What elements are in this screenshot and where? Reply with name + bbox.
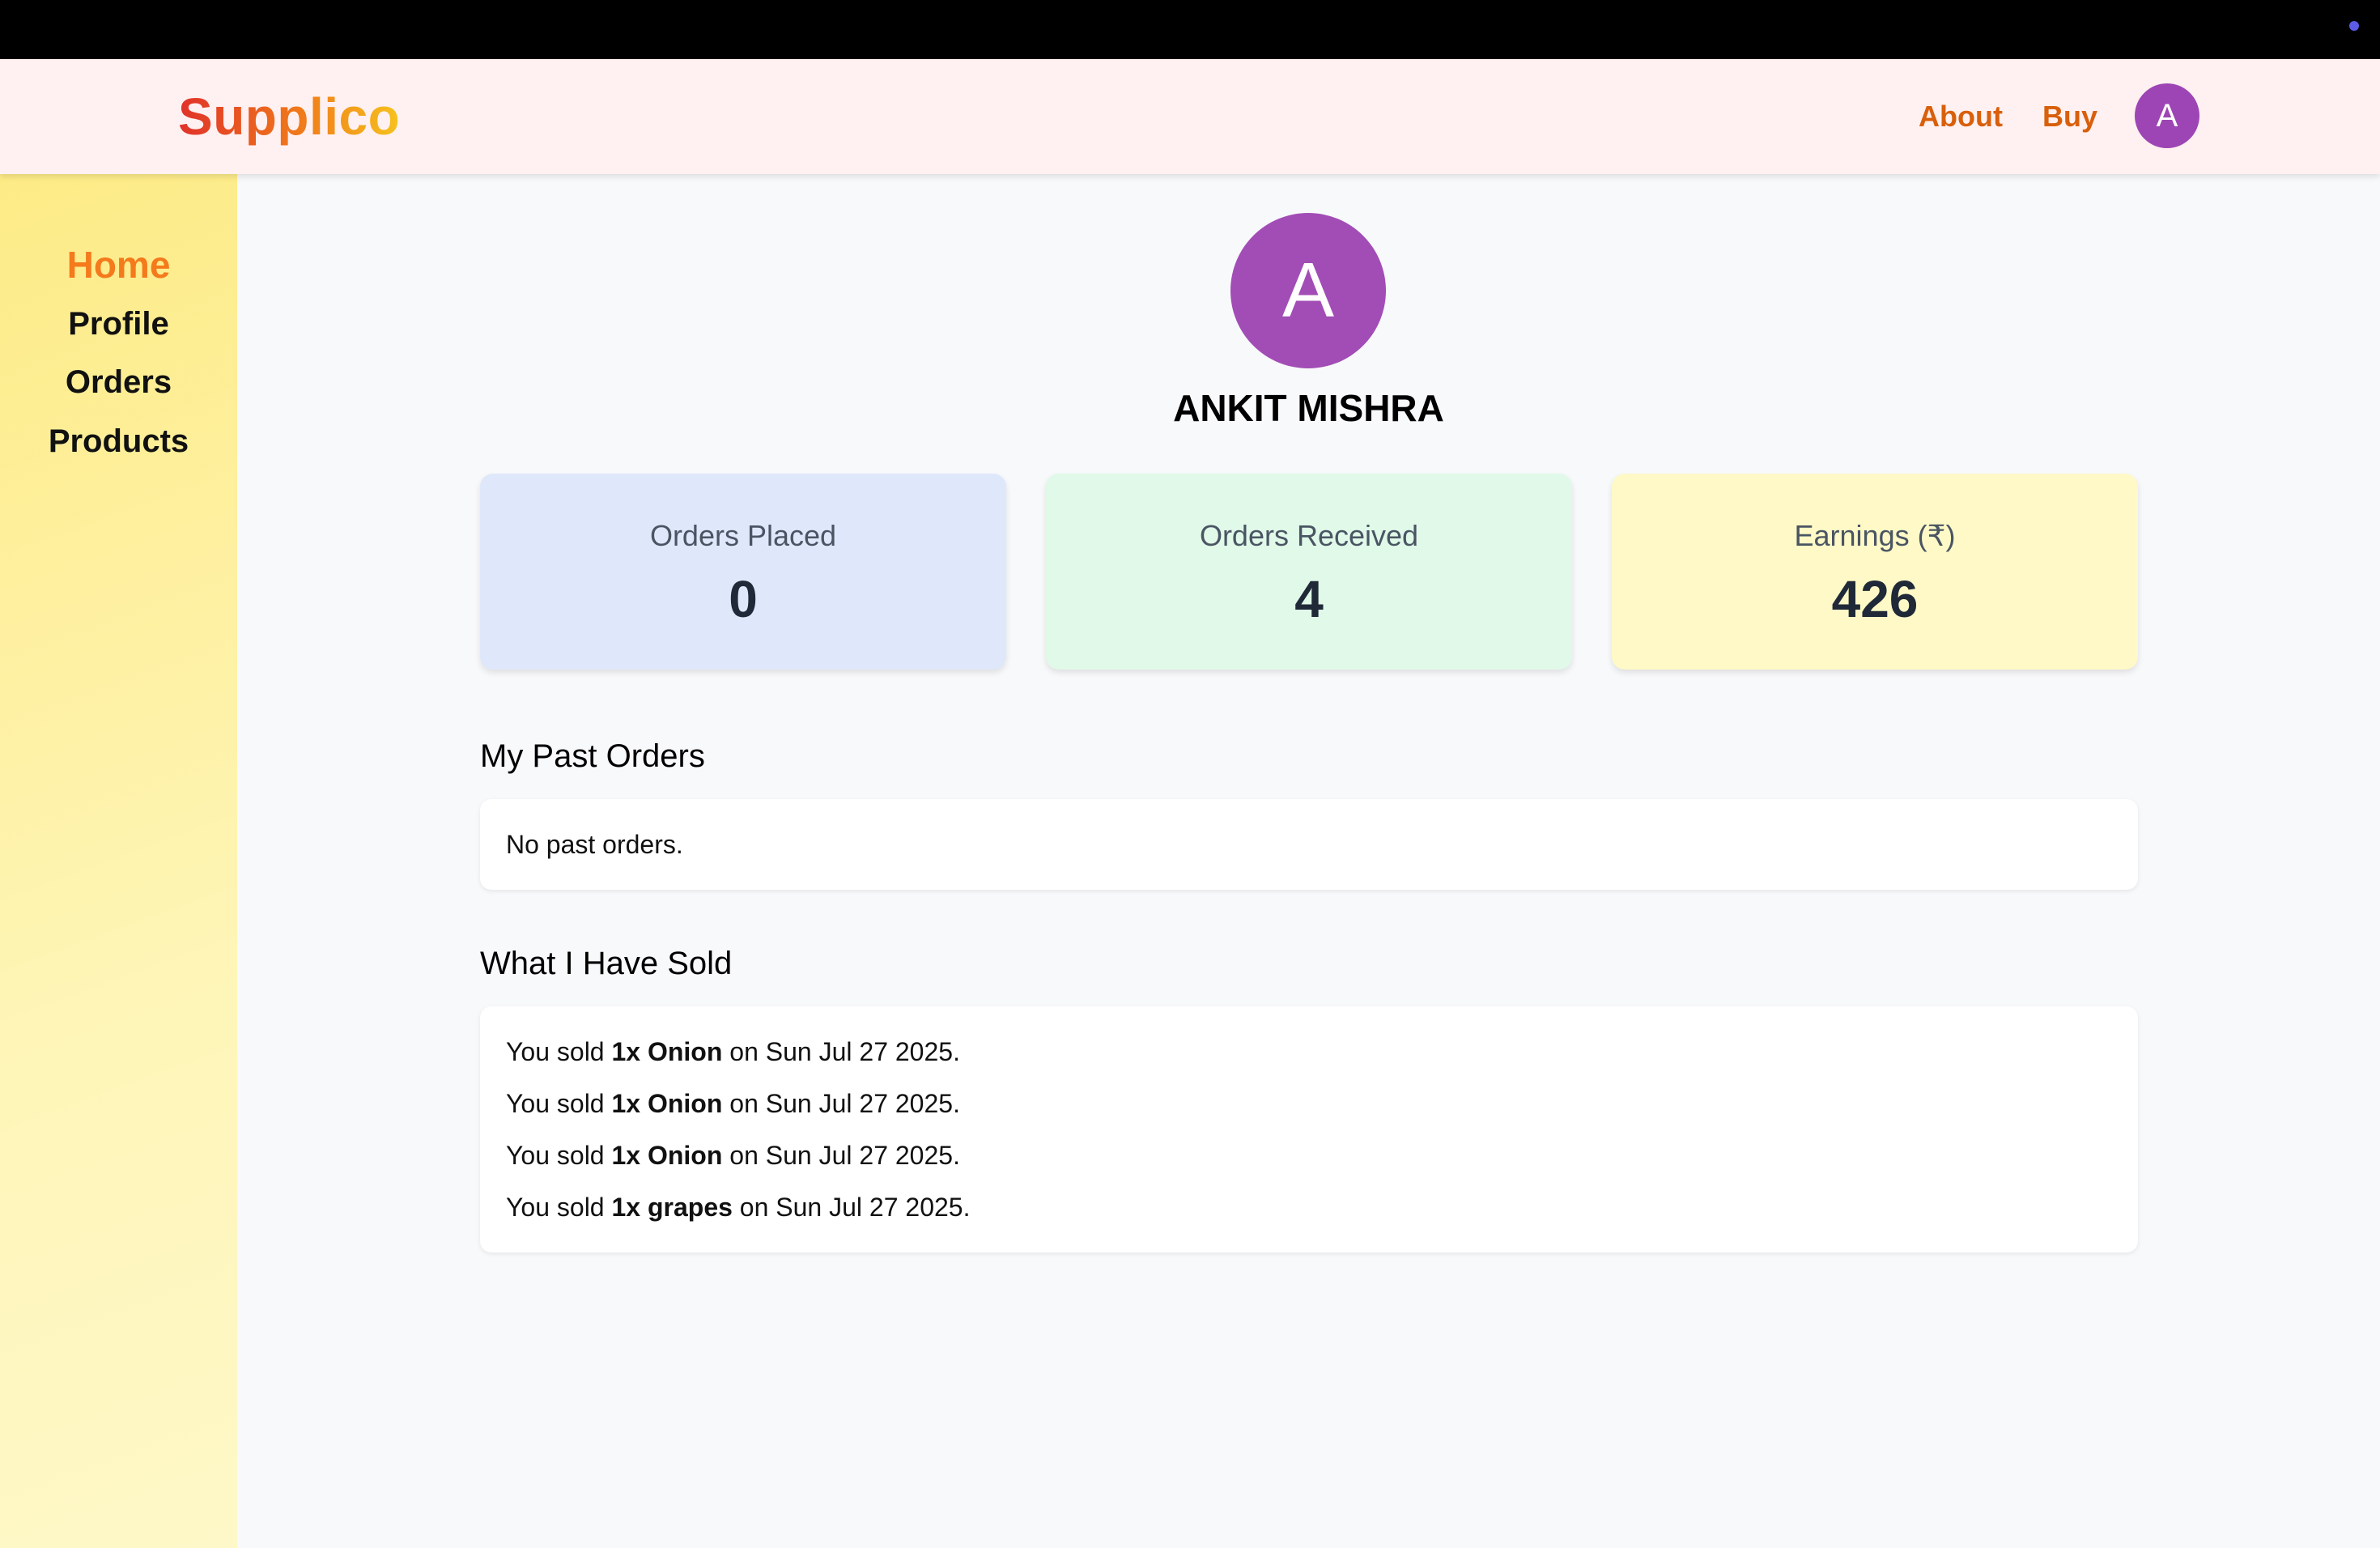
list-item: You sold 1x grapes on Sun Jul 27 2025. (506, 1193, 970, 1223)
dashboard-main: A ANKIT MISHRA Orders Placed 0 Orders Re… (237, 174, 2380, 1548)
sidebar: Home Profile Orders Products (0, 174, 237, 1548)
stat-value: 4 (1294, 570, 1324, 628)
profile-avatar: A (1230, 213, 1386, 368)
stat-card-orders-placed: Orders Placed 0 (480, 474, 1006, 670)
sold-item: 1x grapes (611, 1193, 733, 1222)
nav-link-about[interactable]: About (1919, 100, 2003, 134)
stat-card-earnings: Earnings (₹) 426 (1612, 474, 2138, 670)
stat-value: 426 (1831, 570, 1919, 628)
past-orders-title: My Past Orders (480, 738, 705, 774)
past-orders-empty-text: No past orders. (506, 830, 683, 859)
sold-item: 1x Onion (611, 1037, 723, 1066)
system-top-bar (0, 0, 2380, 59)
stat-card-orders-received: Orders Received 4 (1046, 474, 1572, 670)
profile-name: ANKIT MISHRA (1173, 387, 1444, 429)
brand-logo[interactable]: Supplico (178, 87, 400, 147)
sold-suffix: on Sun Jul 27 2025. (722, 1141, 960, 1170)
past-orders-panel: No past orders. (480, 799, 2138, 890)
sold-prefix: You sold (506, 1193, 612, 1222)
sidebar-item-orders[interactable]: Orders (0, 364, 237, 401)
user-avatar-button[interactable]: A (2135, 83, 2199, 148)
status-dot-icon (2349, 21, 2359, 31)
sidebar-item-home[interactable]: Home (0, 243, 237, 287)
sold-suffix: on Sun Jul 27 2025. (732, 1193, 971, 1222)
browser-viewport: Supplico About Buy A Home Profile Orders… (0, 59, 2380, 1548)
stat-value: 0 (729, 570, 758, 628)
app-window: Supplico About Buy A Home Profile Orders… (0, 0, 2380, 1548)
stat-label: Earnings (₹) (1794, 519, 1956, 552)
sold-title: What I Have Sold (480, 946, 733, 981)
list-item: You sold 1x Onion on Sun Jul 27 2025. (506, 1089, 960, 1119)
sold-suffix: on Sun Jul 27 2025. (722, 1089, 960, 1118)
sold-panel: You sold 1x Onion on Sun Jul 27 2025. Yo… (480, 1006, 2138, 1252)
list-item: You sold 1x Onion on Sun Jul 27 2025. (506, 1141, 960, 1171)
sidebar-item-profile[interactable]: Profile (0, 306, 237, 342)
sold-suffix: on Sun Jul 27 2025. (722, 1037, 960, 1066)
sold-prefix: You sold (506, 1089, 612, 1118)
list-item: You sold 1x Onion on Sun Jul 27 2025. (506, 1037, 960, 1067)
sold-prefix: You sold (506, 1037, 612, 1066)
nav-link-buy[interactable]: Buy (2042, 100, 2097, 134)
sold-prefix: You sold (506, 1141, 612, 1170)
sidebar-item-products[interactable]: Products (0, 423, 237, 460)
stat-label: Orders Received (1199, 519, 1419, 552)
sold-item: 1x Onion (611, 1141, 723, 1170)
top-navbar: Supplico About Buy A (0, 59, 2380, 174)
stat-label: Orders Placed (649, 519, 837, 552)
sold-item: 1x Onion (611, 1089, 723, 1118)
